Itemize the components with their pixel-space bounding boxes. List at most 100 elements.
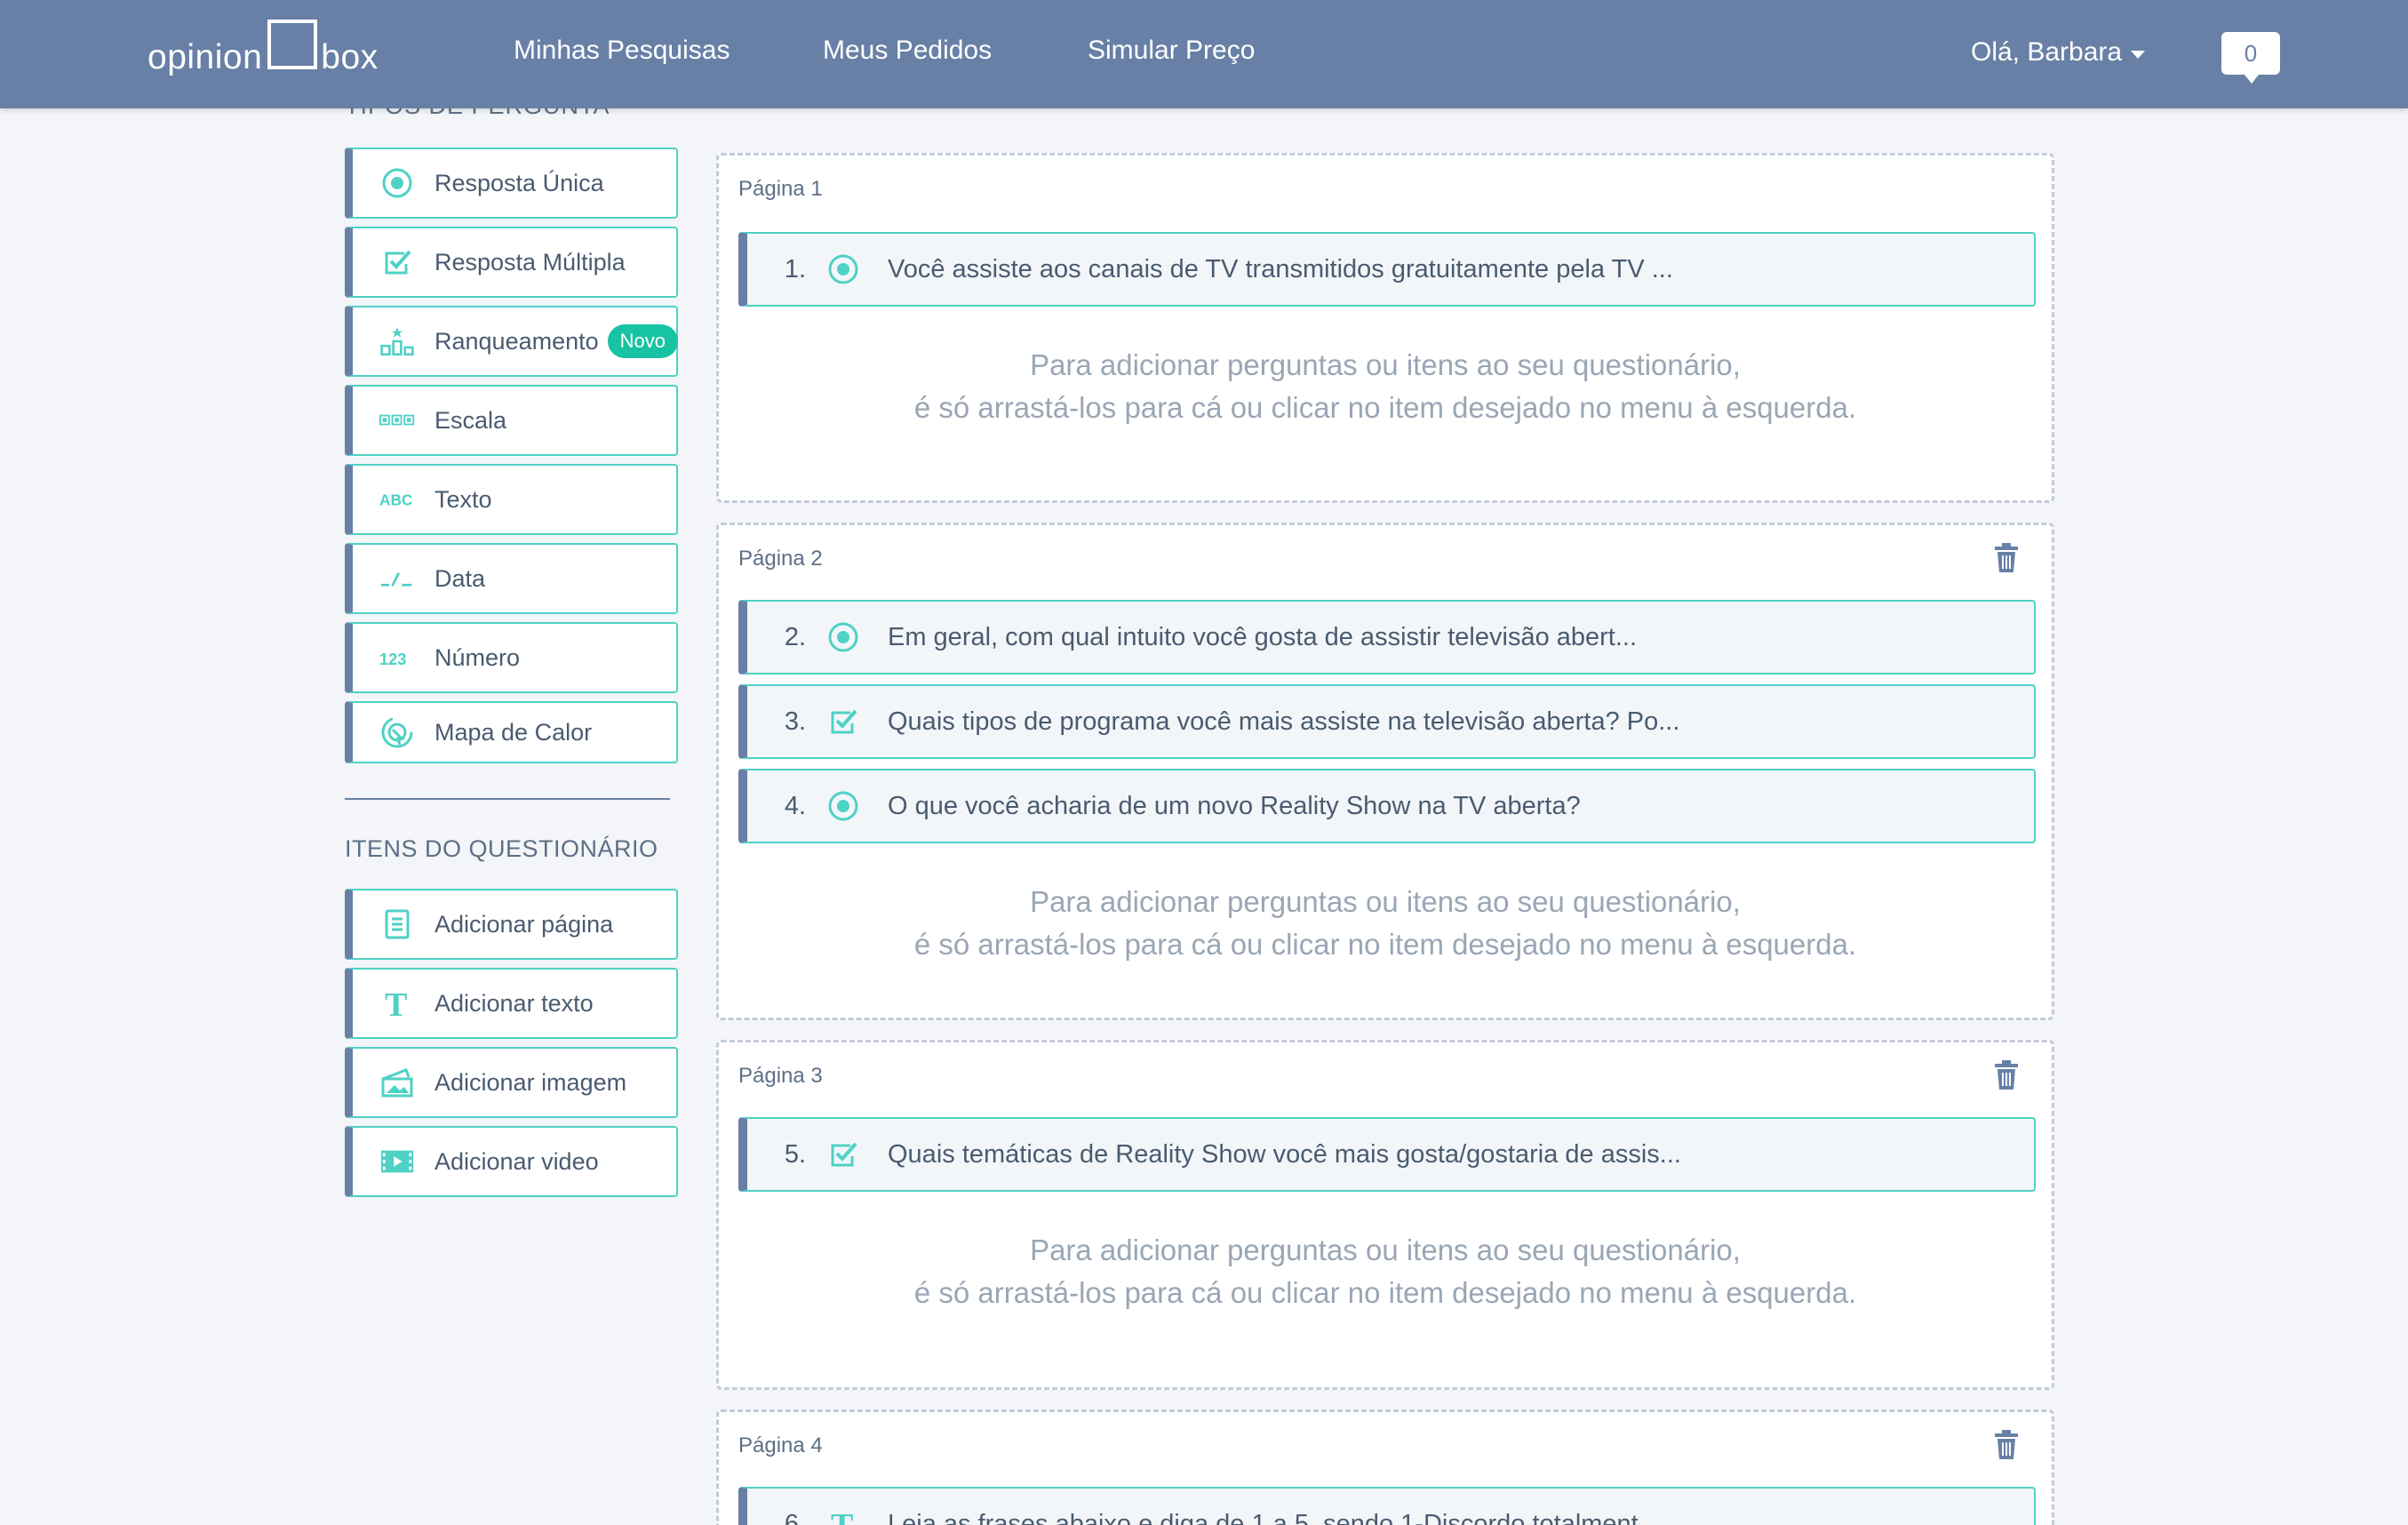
delete-page-trash-icon[interactable] — [1993, 1430, 2020, 1460]
add-text-button[interactable]: T Adicionar texto — [345, 968, 678, 1039]
nav-meus-pedidos[interactable]: Meus Pedidos — [823, 36, 992, 66]
questionnaire-page-3[interactable]: Página 3 5. Quais temáticas de Reality S… — [716, 1040, 2054, 1390]
text-icon: T — [825, 1506, 861, 1525]
question-type-label: Resposta Múltipla — [435, 248, 626, 275]
question-text: Leia as frases abaixo e diga de 1 a 5, s… — [888, 1509, 1660, 1525]
ranking-icon — [379, 323, 415, 359]
drop-hint-line-2: é só arrastá-los para cá ou clicar no it… — [913, 1276, 1857, 1309]
question-type-escala[interactable]: Escala — [345, 385, 678, 456]
radio-icon — [379, 165, 415, 201]
drop-hint: Para adicionar perguntas ou itens ao seu… — [719, 881, 2052, 966]
svg-text:T: T — [385, 987, 407, 1019]
svg-text:ABC: ABC — [379, 491, 412, 508]
question-number: 3. — [784, 707, 806, 736]
question-text: Quais tipos de programa você mais assist… — [888, 707, 1680, 736]
add-item-label: Adicionar página — [435, 910, 614, 938]
page-label: Página 2 — [738, 547, 823, 571]
question-type-label: Ranqueamento — [435, 327, 599, 355]
video-icon — [379, 1144, 415, 1179]
user-greeting: Olá, Barbara — [1971, 37, 2123, 67]
question-number: 4. — [784, 791, 806, 820]
question-row[interactable]: 5. Quais temáticas de Reality Show você … — [738, 1117, 2036, 1192]
question-type-resposta-multipla[interactable]: Resposta Múltipla — [345, 227, 678, 298]
page-label: Página 4 — [738, 1433, 823, 1457]
svg-text:T: T — [831, 1508, 853, 1525]
questionnaire-page-2[interactable]: Página 2 2. Em geral, com qual intuito v… — [716, 523, 2054, 1020]
question-row[interactable]: 2. Em geral, com qual intuito você gosta… — [738, 600, 2036, 675]
opinion-box-logo[interactable]: opinion box — [148, 20, 379, 82]
page-label: Página 3 — [738, 1064, 823, 1088]
add-video-button[interactable]: Adicionar video — [345, 1126, 678, 1197]
question-type-resposta-unica[interactable]: Resposta Única — [345, 148, 678, 219]
logo-text-opinion: opinion — [148, 38, 263, 76]
question-number: 6. — [784, 1509, 806, 1525]
logo-box-icon — [267, 20, 318, 69]
svg-text:123: 123 — [379, 651, 406, 668]
new-badge: Novo — [607, 324, 678, 358]
add-image-button[interactable]: Adicionar imagem — [345, 1047, 678, 1118]
abc-icon: ABC — [379, 482, 415, 517]
question-type-data[interactable]: Data — [345, 543, 678, 614]
nav-simular-preco[interactable]: Simular Preço — [1088, 36, 1255, 66]
number-icon: 123 — [379, 640, 415, 675]
question-type-label: Resposta Única — [435, 169, 604, 196]
add-item-label: Adicionar video — [435, 1147, 599, 1175]
drop-hint-line-2: é só arrastá-los para cá ou clicar no it… — [913, 928, 1857, 961]
question-row[interactable]: 3. Quais tipos de programa você mais ass… — [738, 684, 2036, 759]
question-type-label: Escala — [435, 406, 507, 434]
text-icon: T — [379, 986, 415, 1021]
drop-hint-line-1: Para adicionar perguntas ou itens ao seu… — [1030, 885, 1741, 918]
scale-icon — [379, 403, 415, 438]
drop-hint-line-2: é só arrastá-los para cá ou clicar no it… — [913, 391, 1857, 424]
questionnaire-page-1[interactable]: Página 1 1. Você assiste aos canais de T… — [716, 153, 2054, 503]
question-type-ranqueamento[interactable]: Ranqueamento Novo — [345, 306, 678, 377]
add-item-label: Adicionar texto — [435, 989, 594, 1017]
questionnaire-page-4[interactable]: Página 4 6. T Leia as frases abaixo e di… — [716, 1409, 2054, 1525]
question-type-label: Número — [435, 643, 521, 671]
delete-page-trash-icon[interactable] — [1993, 1060, 2020, 1090]
date-icon — [379, 561, 415, 596]
drop-hint: Para adicionar perguntas ou itens ao seu… — [719, 344, 2052, 429]
logo-text-box: box — [321, 38, 379, 76]
drop-hint-line-1: Para adicionar perguntas ou itens ao seu… — [1030, 348, 1741, 381]
question-number: 2. — [784, 622, 806, 651]
question-row[interactable]: 1. Você assiste aos canais de TV transmi… — [738, 232, 2036, 307]
image-icon — [379, 1065, 415, 1100]
question-type-label: Data — [435, 564, 486, 592]
sidebar-divider — [345, 798, 670, 800]
delete-page-trash-icon[interactable] — [1993, 543, 2020, 573]
question-type-mapa-de-calor[interactable]: Mapa de Calor — [345, 701, 678, 763]
question-text: Você assiste aos canais de TV transmitid… — [888, 254, 1673, 283]
radio-icon — [825, 619, 861, 655]
radio-icon — [825, 788, 861, 824]
radio-icon — [825, 252, 861, 287]
question-text: Em geral, com qual intuito você gosta de… — [888, 622, 1638, 651]
question-row[interactable]: 4. O que você acharia de um novo Reality… — [738, 769, 2036, 843]
question-type-numero[interactable]: 123 Número — [345, 622, 678, 693]
notification-count: 0 — [2244, 39, 2258, 67]
question-type-label: Texto — [435, 485, 492, 513]
checkbox-icon — [825, 1137, 861, 1172]
chevron-down-icon — [2131, 50, 2146, 59]
top-navbar: opinion box Minhas Pesquisas Meus Pedido… — [0, 0, 2408, 108]
question-text: O que você acharia de um novo Reality Sh… — [888, 791, 1581, 820]
question-type-texto[interactable]: ABC Texto — [345, 464, 678, 535]
drop-hint-line-1: Para adicionar perguntas ou itens ao seu… — [1030, 1234, 1741, 1266]
question-number: 5. — [784, 1139, 806, 1169]
questionnaire-items-heading: ITENS DO QUESTIONÁRIO — [345, 835, 658, 862]
page-icon — [379, 906, 415, 942]
heatmap-icon — [379, 715, 415, 750]
page-label: Página 1 — [738, 177, 823, 201]
add-page-button[interactable]: Adicionar página — [345, 889, 678, 960]
question-text: Quais temáticas de Reality Show você mai… — [888, 1139, 1681, 1169]
checkbox-icon — [825, 704, 861, 739]
question-type-label: Mapa de Calor — [435, 718, 593, 746]
user-menu[interactable]: Olá, Barbara — [1971, 37, 2146, 68]
checkbox-icon — [379, 244, 415, 280]
drop-hint: Para adicionar perguntas ou itens ao seu… — [719, 1229, 2052, 1314]
notifications-button[interactable]: 0 — [2221, 32, 2280, 84]
add-item-label: Adicionar imagem — [435, 1068, 627, 1096]
nav-minhas-pesquisas[interactable]: Minhas Pesquisas — [514, 36, 730, 66]
question-number: 1. — [784, 254, 806, 283]
question-row[interactable]: 6. T Leia as frases abaixo e diga de 1 a… — [738, 1487, 2036, 1525]
